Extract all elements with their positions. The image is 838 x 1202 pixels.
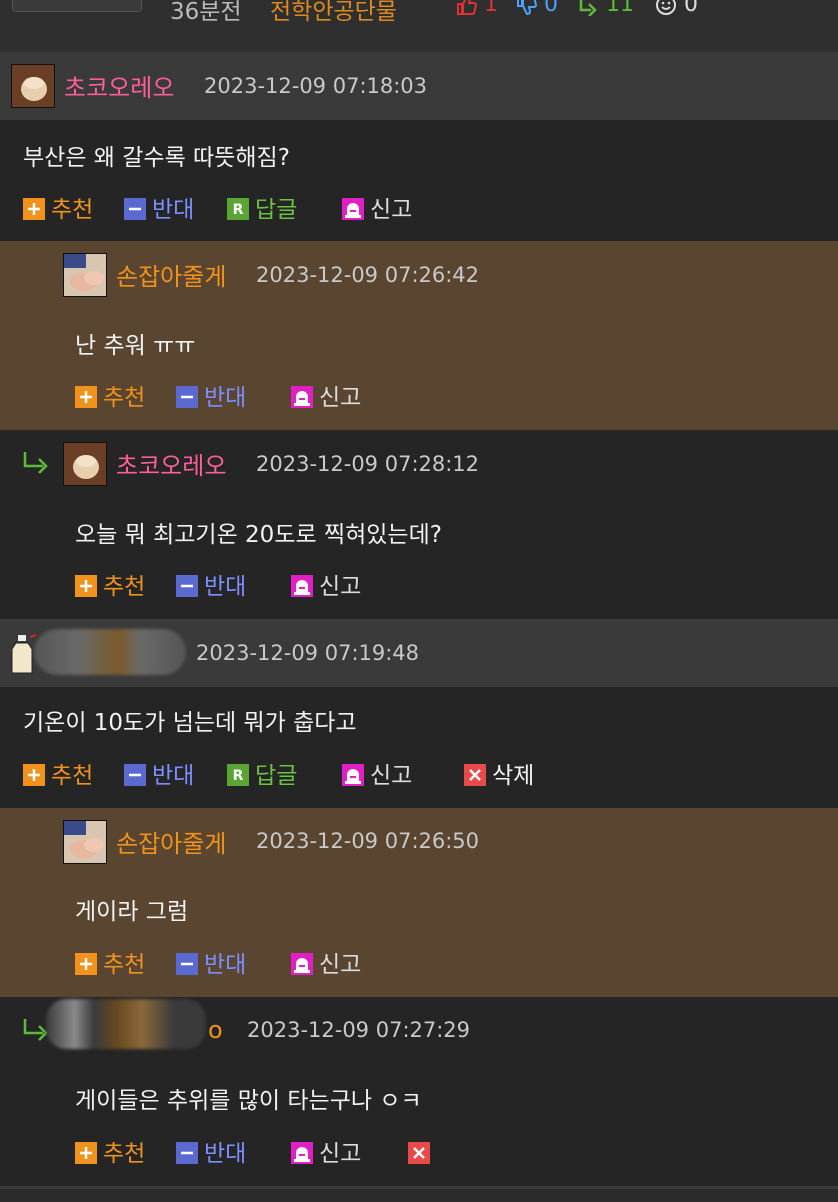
comment-date: 2023-12-09 07:18:03 — [204, 74, 428, 98]
plus-icon — [75, 574, 97, 597]
comment-author[interactable]: 초코오레오 — [64, 68, 174, 103]
comment-date: 2023-12-09 07:28:12 — [256, 452, 480, 476]
reply-stat: 11 — [577, 0, 634, 17]
comment-author[interactable]: 초코오레오 — [116, 446, 226, 481]
reply-count: 11 — [606, 0, 634, 17]
downvote-stat[interactable]: 0 — [515, 0, 558, 17]
comment-actions: 추천 반대 신고 — [75, 1139, 775, 1169]
siren-icon — [291, 1141, 313, 1164]
bottom-divider — [0, 1186, 838, 1189]
report-button[interactable]: 신고 — [291, 383, 361, 413]
avatar[interactable] — [63, 442, 107, 486]
plus-icon — [75, 385, 97, 408]
comment-actions: 추천 반대 신고 — [75, 572, 775, 602]
list-button[interactable] — [12, 0, 142, 12]
comment-date: 2023-12-09 07:19:48 — [196, 641, 420, 665]
recommend-button[interactable]: 추천 — [23, 195, 93, 225]
reply-button[interactable]: R 답글 — [227, 761, 297, 791]
comment-text: 오늘 뭐 최고기온 20도로 찍혀있는데? — [75, 522, 442, 548]
oppose-button[interactable]: 반대 — [176, 572, 246, 602]
comment-author[interactable]: 손잡아줄게 — [116, 257, 226, 292]
recommend-button[interactable]: 추천 — [75, 950, 145, 980]
report-button[interactable]: 신고 — [342, 195, 412, 225]
oppose-button[interactable]: 반대 — [124, 761, 194, 791]
siren-icon — [291, 952, 313, 975]
oppose-button[interactable]: 반대 — [176, 950, 246, 980]
comment-text: 게이들은 추위를 많이 타는구나 ㅇㅋ — [75, 1088, 422, 1114]
siren-icon — [342, 197, 364, 220]
thumbs-down-icon — [517, 0, 538, 16]
plus-icon — [75, 952, 97, 975]
oppose-button[interactable]: 반대 — [124, 195, 194, 225]
reply-comment: o 2023-12-09 07:27:29 게이들은 추위를 많이 타는구나 ㅇ… — [0, 997, 838, 1186]
blurred-nickname — [46, 999, 206, 1049]
upvote-count: 1 — [484, 0, 498, 17]
report-button[interactable]: 신고 — [342, 761, 412, 791]
avatar[interactable] — [63, 253, 107, 297]
comment-text: 난 추워 ㅠㅠ — [75, 333, 196, 359]
minus-icon — [124, 763, 146, 786]
reply-comment: 손잡아줄게 2023-12-09 07:26:50 게이라 그럼 추천 반대 신… — [0, 808, 838, 997]
avatar[interactable] — [63, 820, 107, 864]
minus-icon — [176, 1141, 198, 1164]
upvote-stat[interactable]: 1 — [455, 0, 498, 17]
thumbs-up-icon — [457, 0, 478, 15]
minus-icon — [176, 952, 198, 975]
minus-icon — [176, 574, 198, 597]
comment-author[interactable]: o — [208, 1016, 223, 1044]
report-button[interactable]: 신고 — [291, 950, 361, 980]
siren-icon — [291, 385, 313, 408]
oppose-button[interactable]: 반대 — [176, 1139, 246, 1169]
reply-comment: 손잡아줄게 2023-12-09 07:26:42 난 추워 ㅠㅠ 추천 반대 … — [0, 241, 838, 430]
post-time: 36분전 — [170, 0, 242, 25]
comment-actions: 추천 반대 신고 — [75, 383, 775, 413]
plus-icon — [75, 1141, 97, 1164]
delete-button[interactable] — [408, 1139, 436, 1169]
oppose-button[interactable]: 반대 — [176, 383, 246, 413]
smile-icon — [656, 0, 676, 15]
emote-stat: 0 — [655, 0, 698, 17]
reply-button[interactable]: R 답글 — [227, 195, 297, 225]
siren-icon — [291, 574, 313, 597]
minus-icon — [124, 197, 146, 220]
comment-date: 2023-12-09 07:26:42 — [256, 263, 480, 287]
reply-arrow-icon — [579, 0, 597, 17]
comment-date: 2023-12-09 07:26:50 — [256, 829, 480, 853]
post-stats-bar: 36분전 전학안공단물 1 0 11 0 — [0, 0, 838, 54]
svg-text:R: R — [233, 768, 244, 784]
comment-text: 부산은 왜 갈수록 따뜻해짐? — [23, 145, 290, 171]
comment-text: 게이라 그럼 — [75, 899, 189, 925]
comment: 초코오레오 2023-12-09 07:18:03 부산은 왜 갈수록 따뜻해짐… — [0, 52, 838, 241]
plus-icon — [23, 763, 45, 786]
svg-text:R: R — [233, 202, 244, 218]
reply-r-icon: R — [227, 763, 249, 786]
comment-author[interactable]: 손잡아줄게 — [116, 824, 226, 859]
report-button[interactable]: 신고 — [291, 572, 361, 602]
minus-icon — [176, 385, 198, 408]
comment-actions: 추천 반대 신고 — [75, 950, 775, 980]
comment-date: 2023-12-09 07:27:29 — [247, 1018, 471, 1042]
comment-actions: 추천 반대 R 답글 신고 — [23, 195, 823, 225]
recommend-button[interactable]: 추천 — [23, 761, 93, 791]
comment-actions: 추천 반대 R 답글 신고 삭제 — [23, 761, 823, 791]
recommend-button[interactable]: 추천 — [75, 572, 145, 602]
emote-count: 0 — [684, 0, 698, 17]
post-category[interactable]: 전학안공단물 — [270, 0, 397, 26]
reply-comment: 초코오레오 2023-12-09 07:28:12 오늘 뭐 최고기온 20도로… — [0, 430, 838, 619]
recommend-button[interactable]: 추천 — [75, 383, 145, 413]
reply-r-icon: R — [227, 197, 249, 220]
avatar[interactable] — [11, 64, 55, 108]
downvote-count: 0 — [544, 0, 558, 17]
delete-button[interactable]: 삭제 — [464, 761, 534, 791]
blurred-nickname — [34, 629, 186, 675]
comment: 2023-12-09 07:19:48 기온이 10도가 넘는데 뭐가 춥다고 … — [0, 619, 838, 808]
reply-arrow-icon — [23, 452, 48, 474]
close-icon — [464, 763, 486, 786]
recommend-button[interactable]: 추천 — [75, 1139, 145, 1169]
comment-text: 기온이 10도가 넘는데 뭐가 춥다고 — [23, 710, 357, 736]
report-button[interactable]: 신고 — [291, 1139, 361, 1169]
plus-icon — [23, 197, 45, 220]
close-icon — [408, 1141, 430, 1164]
siren-icon — [342, 763, 364, 786]
